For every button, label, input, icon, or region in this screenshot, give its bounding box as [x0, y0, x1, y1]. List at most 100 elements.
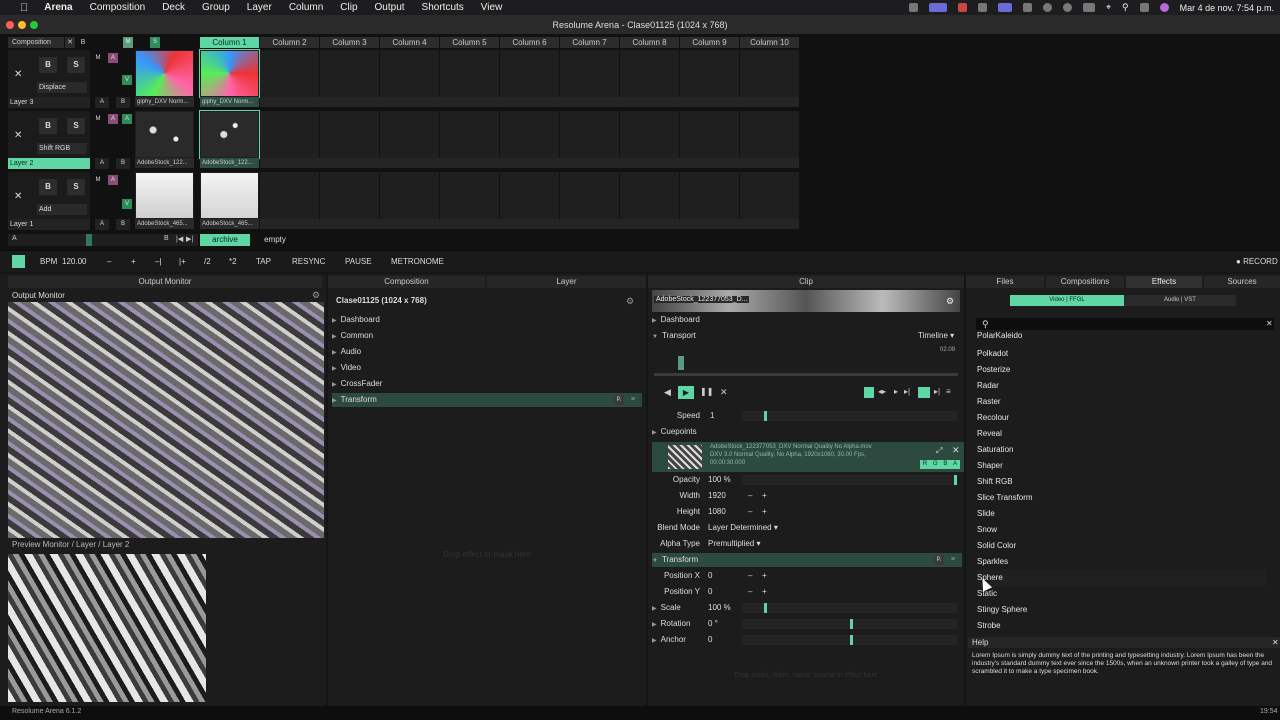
- tab-effects[interactable]: Effects: [1126, 276, 1202, 288]
- clip-slot[interactable]: [320, 111, 379, 158]
- subtab-audio-vst[interactable]: Audio | VST: [1124, 295, 1236, 306]
- width-value[interactable]: 1920: [708, 489, 726, 503]
- menu-icon[interactable]: ≡: [946, 387, 951, 396]
- effect-item[interactable]: Slide: [977, 506, 1267, 522]
- status-icon[interactable]: [977, 3, 987, 12]
- half-bpm-button[interactable]: /2: [204, 256, 211, 267]
- bypass-layer-button[interactable]: B: [39, 179, 57, 195]
- effect-item[interactable]: Slice Transform: [977, 490, 1267, 506]
- battery-icon[interactable]: [1082, 3, 1095, 12]
- position-x-minus-button[interactable]: –: [748, 569, 752, 583]
- close-icon[interactable]: ✕: [65, 37, 75, 48]
- solo-button[interactable]: S: [150, 37, 160, 48]
- pause-icon[interactable]: ❚❚: [700, 387, 713, 396]
- effect-item[interactable]: Sphere: [977, 570, 1267, 586]
- rotation-slider[interactable]: [742, 619, 958, 629]
- blend-mode-select[interactable]: Displace: [37, 82, 87, 93]
- height-minus-button[interactable]: –: [748, 505, 752, 519]
- tab-composition[interactable]: Composition: [328, 276, 485, 288]
- scale-slider-knob[interactable]: [764, 603, 767, 613]
- b-toggle[interactable]: B: [943, 460, 947, 469]
- position-y-plus-button[interactable]: +: [762, 585, 767, 599]
- crossfader-b-button[interactable]: B: [116, 97, 130, 108]
- bypass-layer-button[interactable]: B: [39, 118, 57, 134]
- effect-item[interactable]: Reveal: [977, 426, 1267, 442]
- clear-search-icon[interactable]: ✕: [1266, 319, 1273, 328]
- anchor-value[interactable]: 0: [708, 633, 712, 647]
- tap-button[interactable]: TAP: [256, 256, 271, 267]
- section-audio[interactable]: ▶ Audio: [332, 345, 361, 359]
- column-header-10[interactable]: Column 10: [740, 37, 799, 48]
- effect-item[interactable]: Solid Color: [977, 538, 1267, 554]
- skip-forward-icon[interactable]: ▶|: [186, 235, 193, 243]
- opacity-slider-knob[interactable]: [954, 475, 957, 485]
- preset-button[interactable]: P.: [934, 555, 944, 565]
- effect-item[interactable]: PolarKaleido: [977, 331, 1267, 341]
- tab-files[interactable]: Files: [966, 276, 1044, 288]
- mask-button[interactable]: M: [93, 53, 103, 63]
- effect-item[interactable]: Saturation: [977, 442, 1267, 458]
- g-toggle[interactable]: G: [933, 460, 938, 469]
- layer-name[interactable]: Layer 2: [8, 158, 90, 169]
- autopilot-icon[interactable]: [918, 387, 930, 398]
- layer-name[interactable]: Layer 3: [8, 97, 90, 108]
- video-button[interactable]: A: [122, 114, 132, 124]
- double-bpm-button[interactable]: *2: [229, 256, 237, 267]
- status-icon[interactable]: [908, 3, 918, 12]
- master-button[interactable]: M: [123, 37, 133, 48]
- effect-item[interactable]: Raster: [977, 394, 1267, 410]
- timeline-playhead[interactable]: [678, 356, 684, 370]
- menu-group[interactable]: Group: [202, 2, 230, 13]
- clip-slot[interactable]: [199, 49, 260, 98]
- control-center-icon[interactable]: [1139, 3, 1149, 12]
- menu-icon[interactable]: ≡: [948, 555, 958, 565]
- blend-mode-select[interactable]: Shift RGB: [37, 143, 87, 154]
- section-cuepoints[interactable]: ▶ Cuepoints: [652, 425, 697, 439]
- clip-slot[interactable]: [680, 50, 739, 97]
- solo-layer-button[interactable]: S: [67, 118, 85, 134]
- timeline-select[interactable]: Timeline ▾: [918, 329, 954, 343]
- clip-slot[interactable]: [620, 111, 679, 158]
- section-dashboard[interactable]: ▶ Dashboard: [332, 313, 380, 327]
- clip-slot[interactable]: [500, 50, 559, 97]
- menu-layer[interactable]: Layer: [247, 2, 272, 13]
- output-preview[interactable]: [8, 302, 324, 538]
- keyboard-icon[interactable]: [1022, 3, 1032, 12]
- next-icon[interactable]: ▸|: [934, 387, 940, 396]
- clip-slot[interactable]: [740, 111, 799, 158]
- clear-layer-icon[interactable]: ✕: [14, 130, 22, 141]
- column-header-2[interactable]: Column 2: [260, 37, 319, 48]
- mask-button[interactable]: M: [93, 114, 103, 124]
- clip-slot[interactable]: [740, 50, 799, 97]
- section-common[interactable]: ▶ Common: [332, 329, 373, 343]
- tab-clip[interactable]: Clip: [648, 276, 964, 288]
- gear-icon[interactable]: ⚙: [312, 291, 321, 300]
- a-button[interactable]: A: [108, 114, 118, 124]
- anchor-slider[interactable]: [742, 635, 958, 645]
- clip-slot[interactable]: [680, 111, 739, 158]
- deck-tab-archive[interactable]: archive: [200, 234, 250, 246]
- clip-slot[interactable]: [500, 172, 559, 219]
- bounce-icon[interactable]: ◂▸: [878, 387, 886, 396]
- position-y-minus-button[interactable]: –: [748, 585, 752, 599]
- siri-icon[interactable]: [1159, 3, 1169, 12]
- r-toggle[interactable]: R: [923, 460, 927, 469]
- pause-button[interactable]: PAUSE: [345, 256, 372, 267]
- effect-item[interactable]: Snow: [977, 522, 1267, 538]
- bpm-plus-button[interactable]: +: [131, 256, 136, 267]
- section-transform[interactable]: ▶ Transform: [332, 393, 377, 407]
- clip-slot[interactable]: [440, 50, 499, 97]
- zoom-window-icon[interactable]: [30, 21, 38, 29]
- play-icon[interactable]: ▶: [678, 386, 694, 399]
- menu-clip[interactable]: Clip: [340, 2, 357, 13]
- loop-icon[interactable]: [864, 387, 874, 398]
- speed-value[interactable]: 1: [710, 409, 714, 423]
- column-header-7[interactable]: Column 7: [560, 37, 619, 48]
- effect-item[interactable]: Strobe: [977, 618, 1267, 634]
- close-help-icon[interactable]: ✕: [1272, 638, 1279, 647]
- section-video[interactable]: ▶ Video: [332, 361, 361, 375]
- rotation-value[interactable]: 0 °: [708, 617, 718, 631]
- clock-text[interactable]: Mar 4 de nov. 7:54 p.m.: [1180, 3, 1274, 13]
- gear-icon[interactable]: ⚙: [626, 297, 635, 306]
- clip-slot[interactable]: [320, 172, 379, 219]
